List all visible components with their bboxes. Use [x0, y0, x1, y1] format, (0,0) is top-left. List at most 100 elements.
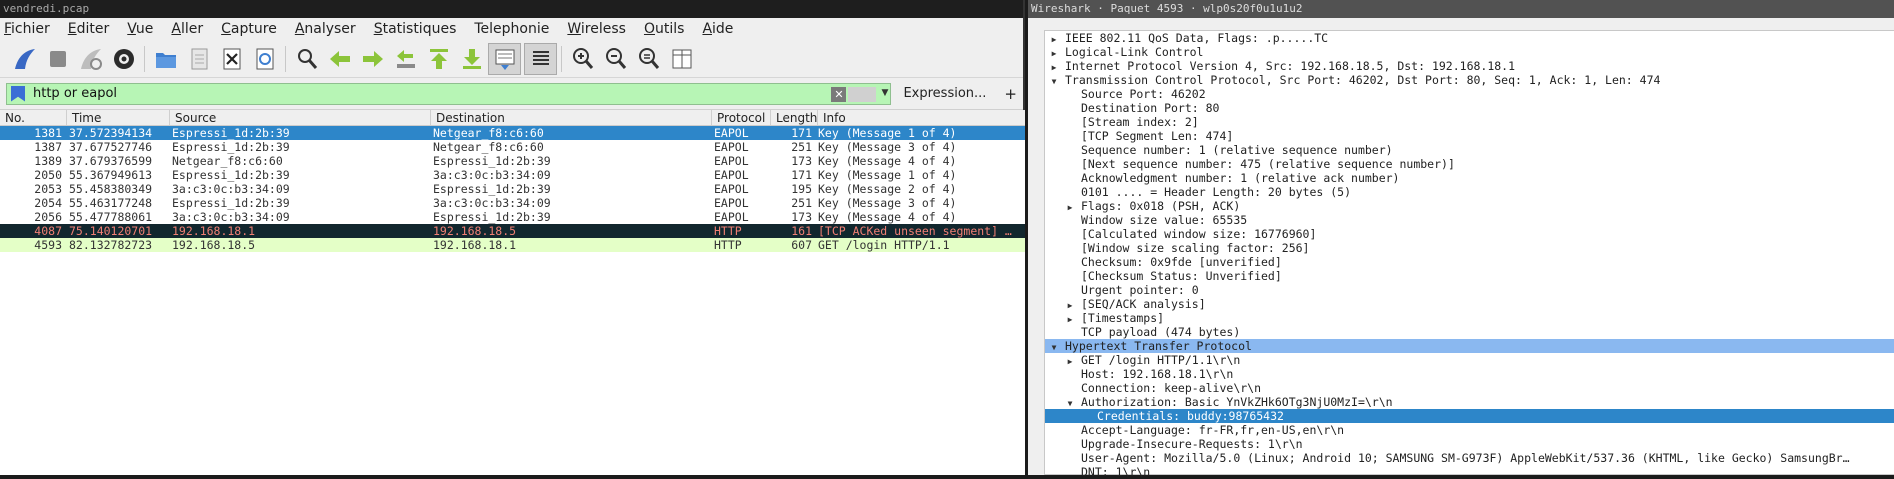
- menu-aide[interactable]: Aide: [702, 21, 733, 37]
- expand-down-icon[interactable]: ▼: [1065, 397, 1075, 409]
- chevron-down-icon[interactable]: ▼: [882, 88, 889, 98]
- tree-node[interactable]: ▶ [Timestamps]: [1045, 311, 1894, 325]
- tree-node[interactable]: DNT: 1\r\n: [1045, 465, 1894, 479]
- display-filter-input[interactable]: http or eapol ✕ ▼: [6, 82, 892, 105]
- tree-node[interactable]: ▶ Flags: 0x018 (PSH, ACK): [1045, 199, 1894, 213]
- tree-node[interactable]: Destination Port: 80: [1045, 101, 1894, 115]
- packet-row[interactable]: 1381 37.572394134 Espressi_1d:2b:39 Netgear…: [0, 126, 1025, 140]
- expand-right-icon[interactable]: ▶: [1049, 47, 1059, 59]
- menu-telephonie[interactable]: Telephonie: [474, 21, 549, 37]
- start-capture-icon[interactable]: [8, 43, 41, 75]
- tree-node[interactable]: ▶ Logical-Link Control: [1045, 45, 1894, 59]
- clear-filter-icon[interactable]: ✕: [831, 86, 847, 102]
- packet-row[interactable]: 2054 55.463177248 Espressi_1d:2b:39 3a:c3:0…: [0, 196, 1025, 210]
- capture-options-icon[interactable]: [107, 43, 140, 75]
- packet-row[interactable]: 4593 82.132782723 192.168.18.5 192.168.18.1…: [0, 238, 1025, 252]
- tree-node[interactable]: [Window size scaling factor: 256]: [1045, 241, 1894, 255]
- reload-file-icon[interactable]: [248, 43, 281, 75]
- menu-outils[interactable]: Outils: [644, 21, 684, 37]
- go-forward-icon[interactable]: [356, 43, 389, 75]
- zoom-reset-icon[interactable]: [632, 43, 665, 75]
- tree-node[interactable]: Urgent pointer: 0: [1045, 283, 1894, 297]
- tree-node[interactable]: Acknowledgment number: 1 (relative ack n…: [1045, 171, 1894, 185]
- menu-fichier[interactable]: Fichier: [4, 21, 50, 37]
- restart-capture-icon[interactable]: [74, 43, 107, 75]
- menu-statistiques[interactable]: Statistiques: [374, 21, 457, 37]
- filter-text[interactable]: http or eapol: [33, 86, 117, 101]
- expand-right-icon[interactable]: ▶: [1065, 299, 1075, 311]
- go-first-packet-icon[interactable]: [422, 43, 455, 75]
- packet-row[interactable]: 1389 37.679376599 Netgear_f8:c6:60 Espressi…: [0, 154, 1025, 168]
- go-last-packet-icon[interactable]: [455, 43, 488, 75]
- go-to-packet-icon[interactable]: [389, 43, 422, 75]
- packet-row[interactable]: 1387 37.677527746 Espressi_1d:2b:39 Netgear…: [0, 140, 1025, 154]
- packet-row[interactable]: 2056 55.477788061 3a:c3:0c:b3:34:09 Espress…: [0, 210, 1025, 224]
- find-packet-icon[interactable]: [290, 43, 323, 75]
- tree-node[interactable]: [Checksum Status: Unverified]: [1045, 269, 1894, 283]
- autoscroll-icon[interactable]: [488, 42, 521, 75]
- packet-cell-no: 2054: [34, 196, 62, 210]
- stop-capture-icon[interactable]: [41, 43, 74, 75]
- tree-node[interactable]: ▼ Hypertext Transfer Protocol: [1045, 339, 1894, 353]
- expand-right-icon[interactable]: ▶: [1065, 201, 1075, 213]
- column-header[interactable]: Info: [818, 110, 1025, 125]
- expand-down-icon[interactable]: ▼: [1049, 75, 1059, 87]
- tree-node[interactable]: Upgrade-Insecure-Requests: 1\r\n: [1045, 437, 1894, 451]
- menu-aller[interactable]: Aller: [171, 21, 203, 37]
- tree-node[interactable]: ▼ Authorization: Basic YnVkZHk6OTg3NjU0Mz…: [1045, 395, 1894, 409]
- tree-node[interactable]: ▶ GET /login HTTP/1.1\r\n: [1045, 353, 1894, 367]
- menu-wireless[interactable]: Wireless: [567, 21, 626, 37]
- menu-capture[interactable]: Capture: [221, 21, 277, 37]
- tree-node[interactable]: ▶ [SEQ/ACK analysis]: [1045, 297, 1894, 311]
- expand-right-icon[interactable]: ▶: [1065, 313, 1075, 325]
- menu-analyser[interactable]: Analyser: [295, 21, 356, 37]
- tree-node[interactable]: [Next sequence number: 475 (relative seq…: [1045, 157, 1894, 171]
- close-file-icon[interactable]: [215, 43, 248, 75]
- packet-row[interactable]: 2053 55.458380349 3a:c3:0c:b3:34:09 Espress…: [0, 182, 1025, 196]
- tree-node[interactable]: Source Port: 46202: [1045, 87, 1894, 101]
- expand-right-icon[interactable]: ▶: [1049, 61, 1059, 73]
- packet-cell-dst: 3a:c3:0c:b3:34:09: [433, 168, 551, 182]
- tree-node[interactable]: TCP payload (474 bytes): [1045, 325, 1894, 339]
- tree-node[interactable]: ▶ IEEE 802.11 QoS Data, Flags: .p.....TC: [1045, 31, 1894, 45]
- tree-node[interactable]: 0101 .... = Header Length: 20 bytes (5): [1045, 185, 1894, 199]
- zoom-in-icon[interactable]: [566, 43, 599, 75]
- column-header[interactable]: Protocol: [712, 110, 771, 125]
- column-header[interactable]: Length: [771, 110, 818, 125]
- expand-right-icon[interactable]: ▶: [1049, 33, 1059, 45]
- tree-node[interactable]: User-Agent: Mozilla/5.0 (Linux; Android …: [1045, 451, 1894, 465]
- tree-node[interactable]: Sequence number: 1 (relative sequence nu…: [1045, 143, 1894, 157]
- tree-node[interactable]: ▼ Transmission Control Protocol, Src Port…: [1045, 73, 1894, 87]
- tree-node[interactable]: [Stream index: 2]: [1045, 115, 1894, 129]
- menu-editer[interactable]: Editer: [68, 21, 110, 37]
- expression-button[interactable]: Expression...: [903, 86, 986, 101]
- menu-vue[interactable]: Vue: [127, 21, 153, 37]
- column-header[interactable]: Time: [67, 110, 170, 125]
- packet-row[interactable]: 2050 55.367949613 Espressi_1d:2b:39 3a:c3:0…: [0, 168, 1025, 182]
- save-file-icon[interactable]: [182, 43, 215, 75]
- add-filter-button[interactable]: +: [1004, 85, 1017, 103]
- tree-node[interactable]: Connection: keep-alive\r\n: [1045, 381, 1894, 395]
- column-header[interactable]: No.: [0, 110, 67, 125]
- zoom-out-icon[interactable]: [599, 43, 632, 75]
- tree-node[interactable]: Credentials: buddy:98765432: [1045, 409, 1894, 423]
- expand-right-icon[interactable]: ▶: [1065, 355, 1075, 367]
- apply-filter-icon[interactable]: [848, 86, 877, 102]
- open-file-icon[interactable]: [149, 43, 182, 75]
- tree-node[interactable]: [TCP Segment Len: 474]: [1045, 129, 1894, 143]
- column-header[interactable]: Source: [170, 110, 431, 125]
- tree-node-text: Transmission Control Protocol, Src Port:…: [1065, 73, 1661, 87]
- tree-node[interactable]: Host: 192.168.18.1\r\n: [1045, 367, 1894, 381]
- colorize-icon[interactable]: [524, 42, 557, 75]
- bookmark-icon[interactable]: [11, 85, 25, 102]
- tree-node[interactable]: Accept-Language: fr-FR,fr,en-US,en\r\n: [1045, 423, 1894, 437]
- go-back-icon[interactable]: [323, 43, 356, 75]
- tree-node[interactable]: Checksum: 0x9fde [unverified]: [1045, 255, 1894, 269]
- tree-node[interactable]: [Calculated window size: 16776960]: [1045, 227, 1894, 241]
- resize-columns-icon[interactable]: [665, 43, 698, 75]
- tree-node[interactable]: ▶ Internet Protocol Version 4, Src: 192.1…: [1045, 59, 1894, 73]
- column-header[interactable]: Destination: [431, 110, 712, 125]
- expand-down-icon[interactable]: ▼: [1049, 341, 1059, 353]
- tree-node[interactable]: Window size value: 65535: [1045, 213, 1894, 227]
- packet-row[interactable]: 4087 75.140120701 192.168.18.1 192.168.18.5…: [0, 224, 1025, 238]
